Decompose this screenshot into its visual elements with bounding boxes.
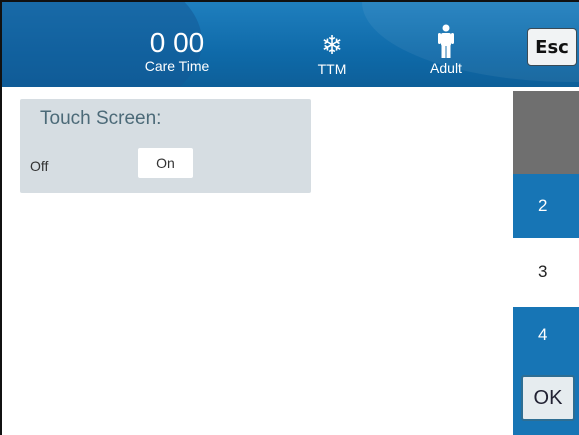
patient-type-label: Adult: [430, 60, 462, 76]
option-on[interactable]: On: [138, 148, 193, 178]
option-off[interactable]: Off: [30, 158, 48, 174]
ok-button[interactable]: OK: [521, 375, 575, 421]
top-header-bar: 0 00 Care Time ❄ TTM Adult Esc: [2, 2, 579, 87]
esc-button[interactable]: Esc: [527, 28, 577, 66]
selector-item-3[interactable]: 3: [513, 240, 579, 304]
care-time-value: 0 00: [149, 27, 205, 58]
touch-screen-setting-panel: Touch Screen:: [20, 99, 311, 193]
selector-item-4-label: 4: [538, 325, 548, 344]
care-time-label: Care Time: [144, 58, 210, 74]
ttm-indicator: ❄ TTM: [302, 32, 362, 77]
care-time-display: 0 00 Care Time: [127, 27, 227, 75]
selector-item-4[interactable]: 4 OK: [513, 307, 579, 435]
selector-scroll-area[interactable]: [513, 91, 579, 174]
adult-person-icon: [416, 24, 476, 58]
touch-screen-title: Touch Screen:: [40, 108, 162, 129]
patient-type-indicator: Adult: [416, 24, 476, 76]
ttm-label: TTM: [317, 61, 347, 77]
snowflake-icon: ❄: [321, 30, 343, 60]
selector-item-2[interactable]: 2: [513, 174, 579, 238]
